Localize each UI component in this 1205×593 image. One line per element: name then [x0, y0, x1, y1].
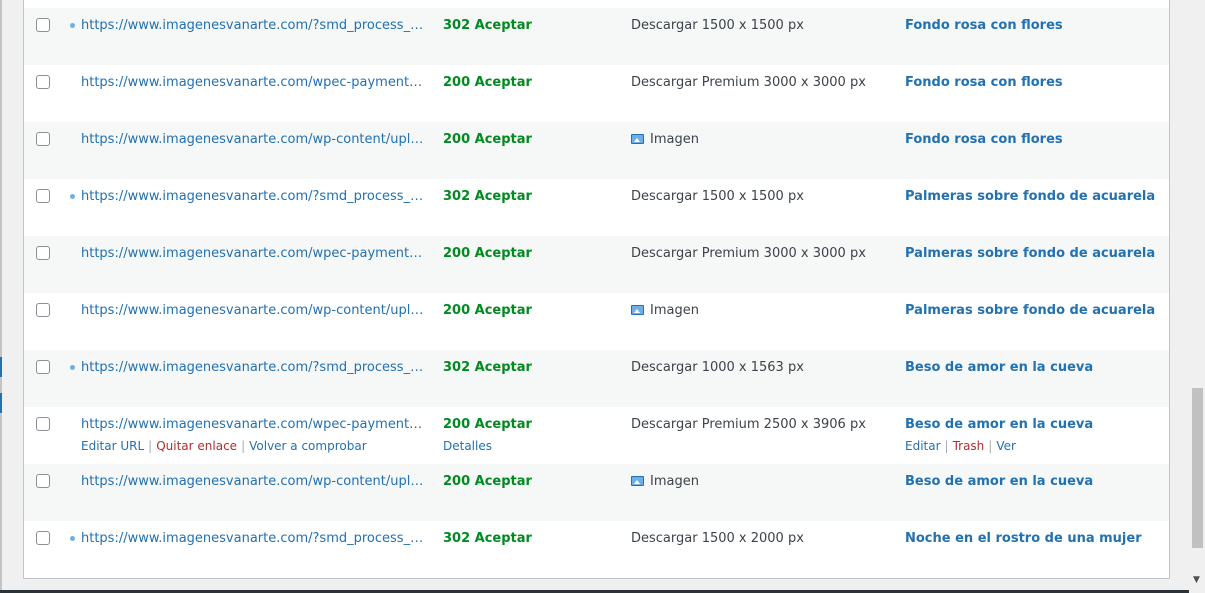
status-row-actions: Detalles	[443, 439, 492, 453]
trash-link[interactable]: Trash	[953, 439, 985, 453]
action-separator: |	[148, 439, 153, 453]
row-checkbox[interactable]	[36, 474, 50, 488]
view-link[interactable]: Ver	[996, 439, 1016, 453]
details-link[interactable]: Detalles	[443, 439, 492, 453]
link-text-cell: Imagen	[631, 132, 699, 147]
link-text-cell: Imagen	[631, 474, 699, 489]
row-checkbox[interactable]	[36, 189, 50, 203]
scroll-down-arrow-icon[interactable]: ▼	[1193, 575, 1200, 585]
source-link[interactable]: Noche en el rostro de una mujer	[905, 531, 1142, 546]
row-checkbox[interactable]	[36, 531, 50, 545]
action-separator: |	[944, 439, 949, 453]
redirect-dot-icon	[70, 365, 75, 370]
row-checkbox[interactable]	[36, 132, 50, 146]
link-text-cell: Imagen	[631, 303, 699, 318]
table-row: https://www.imagenesvanarte.com/wpec-pay…	[24, 407, 1169, 464]
table-row: https://www.imagenesvanarte.com/wp-conte…	[24, 293, 1169, 350]
link-text: Imagen	[650, 132, 699, 147]
scrollbar-thumb[interactable]	[1192, 388, 1203, 548]
source-row-actions: Editar | Trash | Ver	[905, 439, 1016, 453]
status-label[interactable]: 302 Aceptar	[443, 531, 532, 546]
source-link[interactable]: Beso de amor en la cueva	[905, 417, 1093, 432]
edit-post-link[interactable]: Editar	[905, 439, 941, 453]
status-label[interactable]: 200 Aceptar	[443, 474, 532, 489]
table-row: https://www.imagenesvanarte.com/wpec-pay…	[24, 236, 1169, 293]
url-link[interactable]: https://www.imagenesvanarte.com/wp-conte…	[81, 132, 426, 147]
link-text: Descargar Premium 2500 x 3906 px	[631, 417, 866, 432]
left-edge-marker	[0, 357, 2, 377]
source-link[interactable]: Palmeras sobre fondo de acuarela	[905, 246, 1155, 261]
url-link[interactable]: https://www.imagenesvanarte.com/wp-conte…	[81, 474, 426, 489]
status-label[interactable]: 302 Aceptar	[443, 18, 532, 33]
image-icon	[631, 476, 644, 486]
vertical-scrollbar[interactable]: ▼	[1189, 0, 1205, 593]
table-row: https://www.imagenesvanarte.com/?smd_pro…	[24, 350, 1169, 407]
source-link[interactable]: Beso de amor en la cueva	[905, 474, 1093, 489]
link-text: Descargar Premium 3000 x 3000 px	[631, 246, 866, 261]
url-link[interactable]: https://www.imagenesvanarte.com/wp-conte…	[81, 303, 426, 318]
image-icon	[631, 305, 644, 315]
status-label[interactable]: 200 Aceptar	[443, 303, 532, 318]
table-row: https://www.imagenesvanarte.com/?smd_pro…	[24, 179, 1169, 236]
redirect-dot-icon	[70, 194, 75, 199]
row-checkbox[interactable]	[36, 246, 50, 260]
url-link[interactable]: https://www.imagenesvanarte.com/?smd_pro…	[81, 18, 426, 33]
table-row: https://www.imagenesvanarte.com/wpec-pay…	[24, 65, 1169, 122]
link-text: Imagen	[650, 474, 699, 489]
row-checkbox[interactable]	[36, 75, 50, 89]
redirect-dot-icon	[70, 23, 75, 28]
link-text: Descargar 1000 x 1563 px	[631, 360, 804, 375]
action-separator: |	[241, 439, 246, 453]
left-panel-edge	[0, 0, 2, 593]
left-edge-marker	[0, 393, 2, 413]
links-table: https://www.imagenesvanarte.com/?smd_pro…	[23, 0, 1170, 579]
unlink-link[interactable]: Quitar enlace	[156, 439, 237, 453]
status-label[interactable]: 200 Aceptar	[443, 246, 532, 261]
table-row: https://www.imagenesvanarte.com/wp-conte…	[24, 122, 1169, 179]
source-link[interactable]: Fondo rosa con flores	[905, 132, 1063, 147]
redirect-dot-icon	[70, 536, 75, 541]
status-label[interactable]: 200 Aceptar	[443, 75, 532, 90]
row-checkbox[interactable]	[36, 417, 50, 431]
link-text: Descargar 1500 x 2000 px	[631, 531, 804, 546]
url-link[interactable]: https://www.imagenesvanarte.com/?smd_pro…	[81, 360, 426, 375]
table-row: https://www.imagenesvanarte.com/wp-conte…	[24, 464, 1169, 521]
edit-url-link[interactable]: Editar URL	[81, 439, 144, 453]
status-label[interactable]: 200 Aceptar	[443, 417, 532, 432]
link-text: Imagen	[650, 303, 699, 318]
url-link[interactable]: https://www.imagenesvanarte.com/?smd_pro…	[81, 531, 426, 546]
source-link[interactable]: Fondo rosa con flores	[905, 18, 1063, 33]
source-link[interactable]: Fondo rosa con flores	[905, 75, 1063, 90]
status-label[interactable]: 302 Aceptar	[443, 360, 532, 375]
url-link[interactable]: https://www.imagenesvanarte.com/wpec-pay…	[81, 75, 426, 90]
row-checkbox[interactable]	[36, 303, 50, 317]
source-link[interactable]: Palmeras sobre fondo de acuarela	[905, 303, 1155, 318]
url-link[interactable]: https://www.imagenesvanarte.com/wpec-pay…	[81, 246, 426, 261]
source-link[interactable]: Palmeras sobre fondo de acuarela	[905, 189, 1155, 204]
table-row: https://www.imagenesvanarte.com/?smd_pro…	[24, 8, 1169, 65]
url-link[interactable]: https://www.imagenesvanarte.com/wpec-pay…	[81, 417, 426, 432]
link-text: Descargar 1500 x 1500 px	[631, 189, 804, 204]
url-link[interactable]: https://www.imagenesvanarte.com/?smd_pro…	[81, 189, 426, 204]
source-link[interactable]: Beso de amor en la cueva	[905, 360, 1093, 375]
action-separator: |	[988, 439, 993, 453]
link-text: Descargar Premium 3000 x 3000 px	[631, 75, 866, 90]
image-icon	[631, 134, 644, 144]
row-checkbox[interactable]	[36, 18, 50, 32]
link-text: Descargar 1500 x 1500 px	[631, 18, 804, 33]
table-row: https://www.imagenesvanarte.com/?smd_pro…	[24, 521, 1169, 578]
status-label[interactable]: 302 Aceptar	[443, 189, 532, 204]
status-label[interactable]: 200 Aceptar	[443, 132, 532, 147]
row-checkbox[interactable]	[36, 360, 50, 374]
recheck-link[interactable]: Volver a comprobar	[249, 439, 367, 453]
url-row-actions: Editar URL | Quitar enlace | Volver a compro…	[81, 439, 367, 453]
